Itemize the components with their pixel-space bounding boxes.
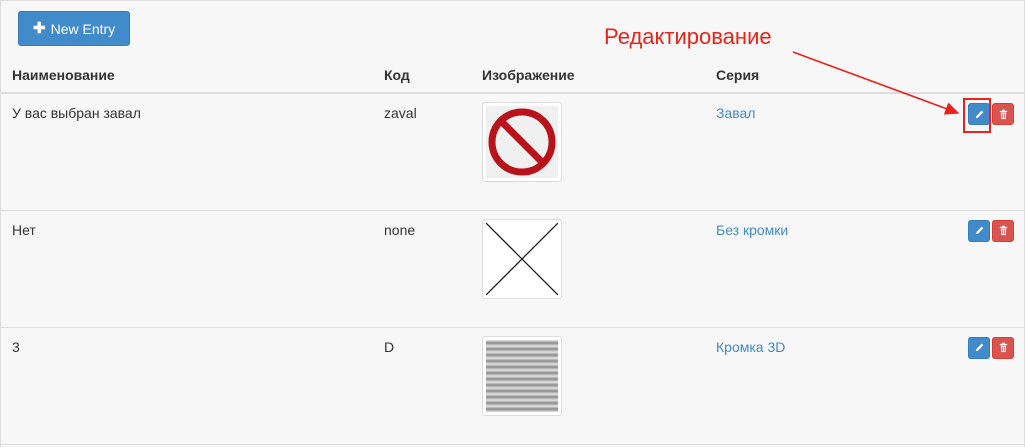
new-entry-button[interactable]: ✚ New Entry [18,11,131,46]
edit-button[interactable] [968,103,990,125]
row-actions [968,336,1014,359]
image-thumbnail[interactable] [482,102,562,182]
table-row: Нет none Без кромки [0,210,1025,328]
annotation-label: Редактирование [604,24,772,49]
series-link[interactable]: Завал [716,105,755,121]
edit-button[interactable] [968,219,990,242]
row-actions [968,103,1014,125]
pencil-icon [975,110,983,118]
trash-icon [999,109,1007,119]
image-thumbnail[interactable] [482,335,562,416]
series-link[interactable]: Кромка 3D [716,339,785,355]
plus-icon: ✚ [33,20,46,37]
trash-icon [999,342,1007,353]
row-code: D [372,327,470,445]
pencil-icon [975,226,983,235]
new-entry-label: New Entry [50,20,116,37]
delete-button[interactable] [992,336,1014,359]
no-entry-sign-icon [486,106,558,178]
row-name: 3 [0,327,372,445]
striped-texture-icon [486,339,558,412]
table-row: 3 D Кромка 3D [0,327,1025,445]
entries-table: Наименование Код Изображение Серия У вас… [0,57,1025,445]
crossed-box-icon [486,222,558,295]
header-name: Наименование [0,57,372,94]
header-image: Изображение [470,57,704,94]
row-code: zaval [372,93,470,211]
header-code: Код [372,57,470,94]
toolbar: ✚ New Entry [18,11,131,46]
header-series: Серия [704,57,954,94]
series-link[interactable]: Без кромки [716,222,788,238]
header-actions [954,57,1025,94]
row-name: У вас выбран завал [0,93,372,211]
table-header-row: Наименование Код Изображение Серия [0,57,1025,94]
row-code: none [372,210,470,328]
trash-icon [999,225,1007,236]
row-actions [968,219,1014,242]
edit-button[interactable] [968,336,990,359]
delete-button[interactable] [992,219,1014,242]
row-name: Нет [0,210,372,328]
table-row: У вас выбран завал zaval Завал [0,93,1025,211]
image-thumbnail[interactable] [482,218,562,299]
delete-button[interactable] [992,103,1014,125]
pencil-icon [975,343,983,352]
